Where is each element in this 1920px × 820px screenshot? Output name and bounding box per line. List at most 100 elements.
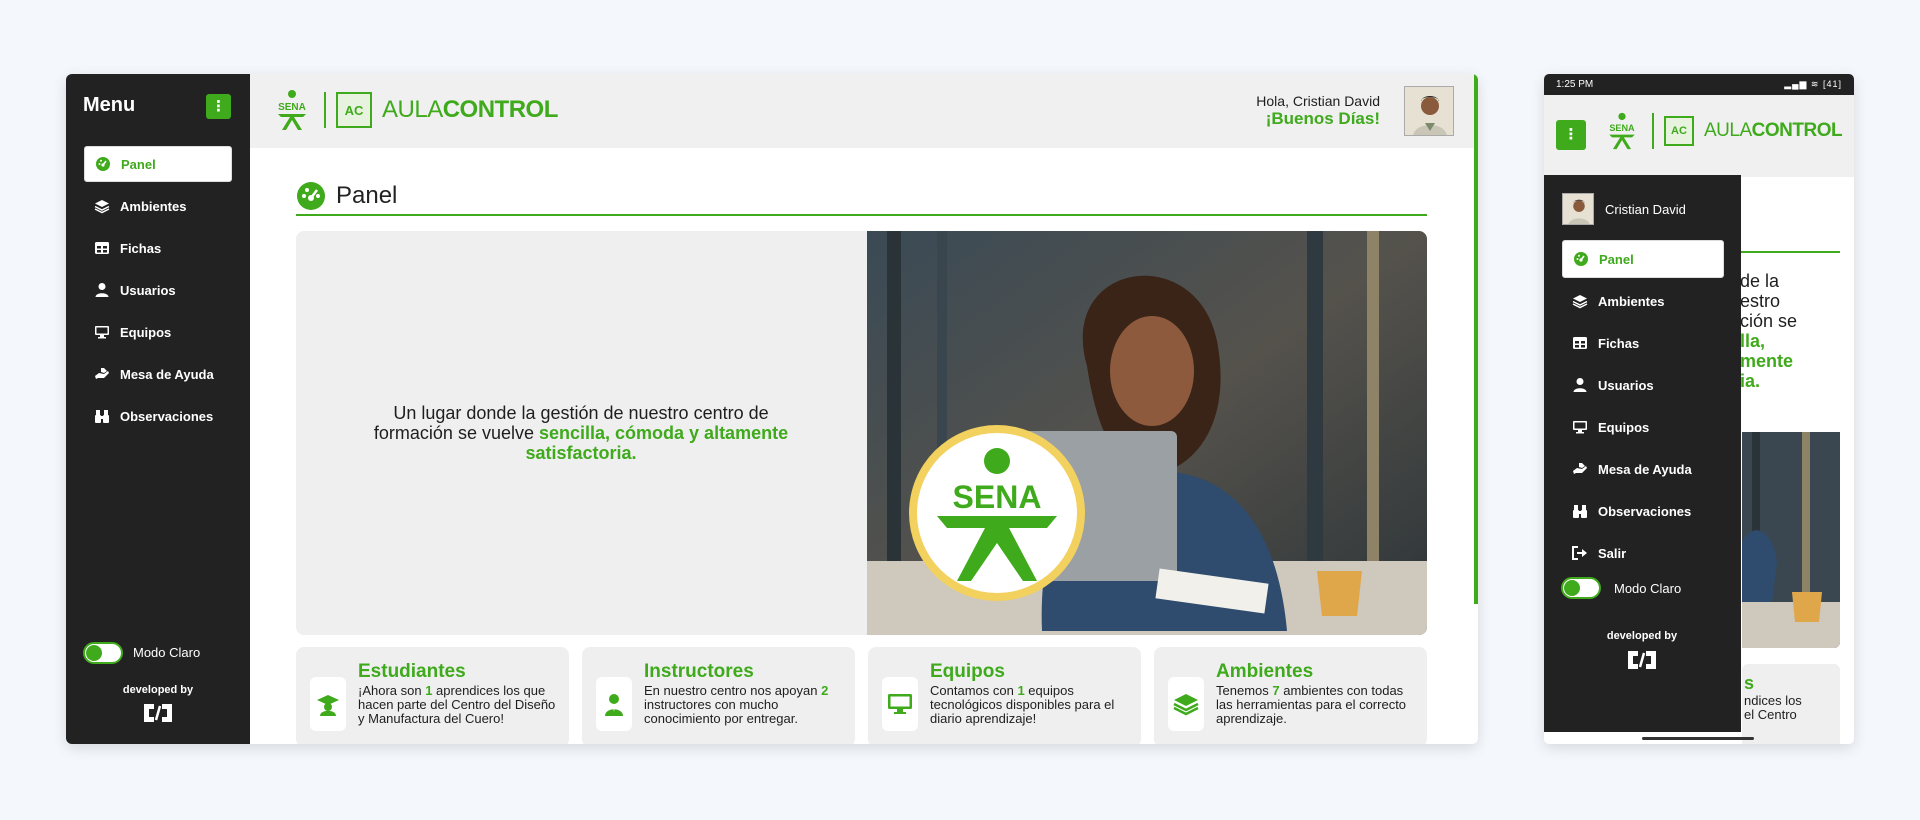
graduate-icon xyxy=(310,677,346,731)
monitor-icon xyxy=(882,677,918,731)
theme-toggle-label: Modo Claro xyxy=(133,645,201,660)
drawer-item-label: Usuarios xyxy=(1598,377,1654,393)
sidebar-item-usuarios[interactable]: Usuarios xyxy=(84,272,232,308)
battery-level: 41 xyxy=(1826,79,1839,89)
hero-text: de la estro ción se lla, mente ia. xyxy=(1740,271,1850,391)
greeting-salutation: ¡Buenos Días! xyxy=(1265,109,1380,128)
stat-card-equipos: Equipos Contamos con 1 equipos tecnológi… xyxy=(868,647,1141,744)
card-desc-line: ndices los xyxy=(1744,693,1802,708)
sidebar-item-ambientes[interactable]: Ambientes xyxy=(84,188,232,224)
user-name: Cristian David xyxy=(1605,202,1686,217)
mobile-window: 1:25 PM ▂▄▆ ≋ [41] ⋮ SENA AC AULACONTROL… xyxy=(1544,74,1854,744)
sidebar-item-label: Fichas xyxy=(120,240,162,256)
drawer-item-fichas[interactable]: Fichas xyxy=(1562,324,1724,362)
sidebar-item-equipos[interactable]: Equipos xyxy=(84,314,232,350)
stat-card-estudiantes: Estudiantes ¡Ahora son 1 aprendices los … xyxy=(296,647,569,744)
drawer-item-panel[interactable]: Panel xyxy=(1562,240,1724,278)
drawer-item-salir[interactable]: Salir xyxy=(1562,534,1724,572)
theme-toggle[interactable] xyxy=(83,642,123,664)
avatar[interactable] xyxy=(1562,193,1594,225)
drawer-item-label: Ambientes xyxy=(1598,293,1665,309)
drawer-item-label: Panel xyxy=(1599,251,1634,267)
sidebar-item-label: Observaciones xyxy=(120,408,214,424)
sidebar-item-label: Ambientes xyxy=(120,198,187,214)
sidebar-item-label: Mesa de Ayuda xyxy=(120,366,214,382)
svg-text:SENA: SENA xyxy=(278,102,306,113)
greeting-name: Hola, Cristian David xyxy=(1256,93,1380,109)
sun-icon xyxy=(86,645,102,661)
card-desc-pre: En nuestro centro nos apoyan xyxy=(644,683,822,698)
layers-icon xyxy=(94,198,110,214)
card-count: 2 xyxy=(821,683,829,698)
brand: SENA AC AULACONTROL xyxy=(270,88,558,132)
card-title-fragment: s xyxy=(1744,673,1755,693)
brand-divider xyxy=(324,92,326,128)
theme-toggle[interactable] xyxy=(1561,577,1601,599)
monitor-icon xyxy=(94,324,110,340)
gauge-icon xyxy=(95,156,111,172)
drawer-item-observaciones[interactable]: Observaciones xyxy=(1562,492,1724,530)
table-icon xyxy=(94,240,110,256)
drawer-item-label: Salir xyxy=(1598,545,1627,561)
drawer-item-usuarios[interactable]: Usuarios xyxy=(1562,366,1724,404)
card-description: ¡Ahora son 1 aprendices los que hacen pa… xyxy=(358,684,558,726)
avatar[interactable] xyxy=(1404,86,1454,136)
scrollbar[interactable] xyxy=(1474,74,1478,604)
sun-icon xyxy=(1564,580,1580,596)
menu-title: Menu xyxy=(83,94,136,116)
card-title: Instructores xyxy=(644,661,754,682)
card-desc-pre: Tenemos xyxy=(1216,683,1273,698)
sidebar-item-panel[interactable]: Panel xyxy=(84,146,232,182)
status-icons: ▂▄▆ ≋ [41] xyxy=(1784,79,1842,89)
drawer-item-label: Mesa de Ayuda xyxy=(1598,461,1692,477)
aulacontrol-badge-icon: AC xyxy=(1664,116,1694,146)
sidebar-item-fichas[interactable]: Fichas xyxy=(84,230,232,266)
mobile-drawer: Cristian David Panel Ambientes Fichas Us… xyxy=(1544,175,1741,732)
card-count: 1 xyxy=(1017,683,1025,698)
status-time: 1:25 PM xyxy=(1556,79,1594,90)
card-desc-pre: ¡Ahora son xyxy=(358,683,426,698)
page-title: Panel xyxy=(336,182,398,209)
hero-text-line: ia. xyxy=(1740,371,1761,391)
sidebar-item-label: Usuarios xyxy=(120,282,176,298)
brand-divider xyxy=(1652,113,1654,149)
home-indicator[interactable] xyxy=(1642,737,1754,740)
card-description: En nuestro centro nos apoyan 2 instructo… xyxy=(644,684,844,726)
monitor-icon xyxy=(1572,419,1588,435)
hands-help-icon xyxy=(1572,461,1588,477)
brand: SENA AC AULACONTROL xyxy=(1602,111,1843,151)
drawer-item-ambientes[interactable]: Ambientes xyxy=(1562,282,1724,320)
card-desc-line: el Centro xyxy=(1744,707,1797,722)
card-title: Ambientes xyxy=(1216,661,1314,682)
hero-text-line: de la xyxy=(1740,271,1780,291)
menu-kebab-button[interactable]: ⋮ xyxy=(206,94,231,119)
panel-header: Panel xyxy=(296,178,1427,216)
user-icon xyxy=(1572,377,1588,393)
svg-text:SENA: SENA xyxy=(1609,123,1635,133)
mobile-header: ⋮ SENA AC AULACONTROL xyxy=(1544,95,1854,177)
aulacontrol-badge-icon: AC xyxy=(336,92,372,128)
drawer-item-label: Observaciones xyxy=(1598,503,1692,519)
card-desc-pre: Contamos con xyxy=(930,683,1018,698)
theme-toggle-label: Modo Claro xyxy=(1614,581,1682,596)
card-count: 7 xyxy=(1272,683,1280,698)
hero-text-line: mente xyxy=(1740,351,1794,371)
drawer-item-equipos[interactable]: Equipos xyxy=(1562,408,1724,446)
sidebar-item-label: Equipos xyxy=(120,324,172,340)
binoculars-icon xyxy=(1572,503,1588,519)
card-description: Contamos con 1 equipos tecnológicos disp… xyxy=(930,684,1130,726)
sidebar: Menu ⋮ Panel Ambientes Fichas Usuarios E… xyxy=(66,74,250,744)
sidebar-item-mesa-de-ayuda[interactable]: Mesa de Ayuda xyxy=(84,356,232,392)
developed-by-label: developed by xyxy=(1606,630,1678,642)
hero-sena-badge: SENA xyxy=(953,479,1042,515)
sidebar-item-observaciones[interactable]: Observaciones xyxy=(84,398,232,434)
status-bar: 1:25 PM ▂▄▆ ≋ [41] xyxy=(1544,74,1854,95)
mobile-menu-button[interactable]: ⋮ xyxy=(1556,120,1586,150)
hero-text-highlight: sencilla, cómoda y altamente satisfactor… xyxy=(525,423,789,463)
drawer-item-mesa-de-ayuda[interactable]: Mesa de Ayuda xyxy=(1562,450,1724,488)
layers-icon xyxy=(1168,677,1204,731)
developed-by-label: developed by xyxy=(122,684,194,696)
hero-photo xyxy=(1742,432,1840,648)
hero-text: Un lugar donde la gestión de nuestro cen… xyxy=(356,403,806,463)
card-description: Tenemos 7 ambientes con todas las herram… xyxy=(1216,684,1416,726)
